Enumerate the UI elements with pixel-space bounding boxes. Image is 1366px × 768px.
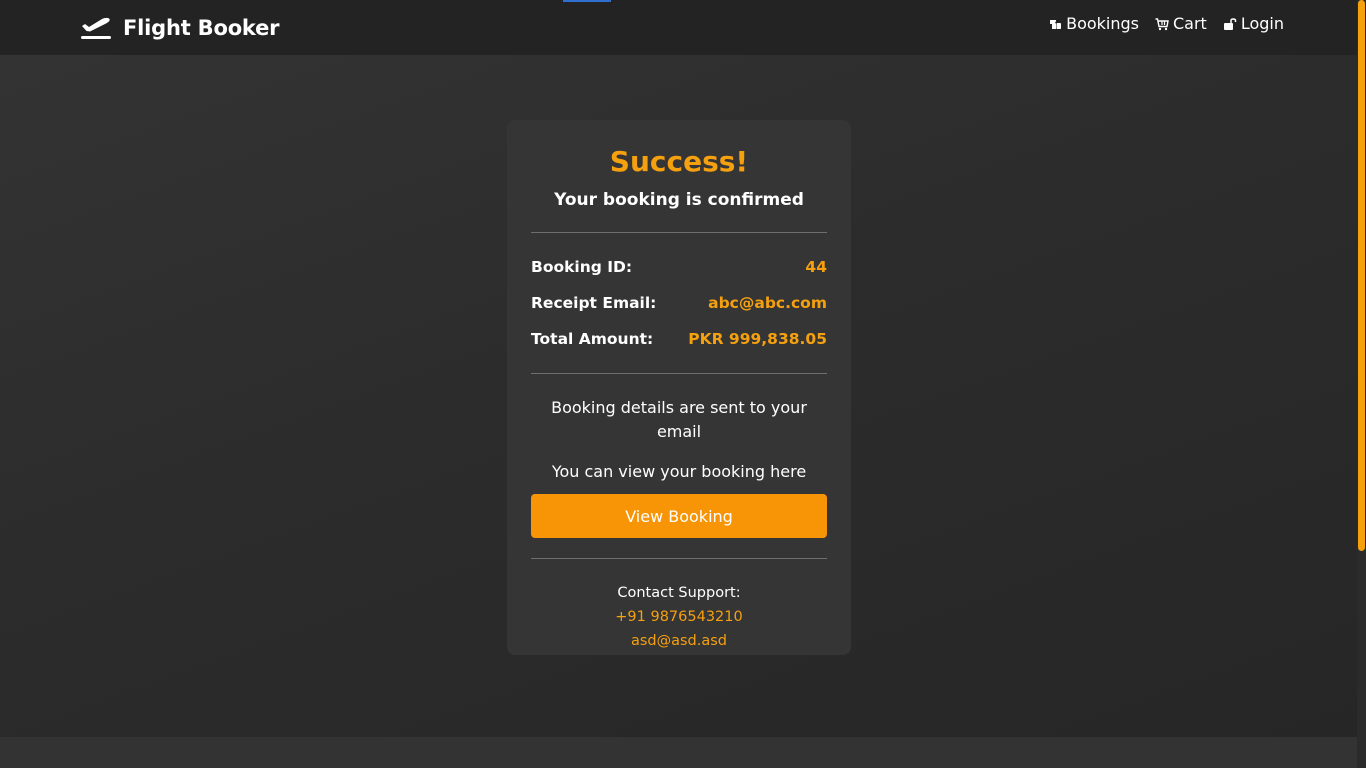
total-amount-row: Total Amount: PKR 999,838.05 (531, 325, 827, 353)
email-sent-message: Booking details are sent to your email (551, 398, 807, 441)
divider (531, 558, 827, 559)
top-navbar: Flight Booker Bookings Cart Login (0, 0, 1357, 55)
total-amount-label: Total Amount: (531, 330, 654, 348)
nav-accent-bar (563, 0, 611, 2)
brand-logo-link[interactable]: Flight Booker (80, 12, 280, 44)
footer (0, 737, 1357, 768)
booking-details: Booking ID: 44 Receipt Email: abc@abc.co… (531, 253, 827, 353)
nav-bookings-label: Bookings (1066, 14, 1139, 33)
divider (531, 232, 827, 233)
support-email-link[interactable]: asd@asd.asd (531, 629, 827, 653)
success-title: Success! (609, 145, 749, 178)
receipt-email-label: Receipt Email: (531, 294, 657, 312)
ticket-icon (1050, 19, 1062, 29)
nav-cart-link[interactable]: Cart (1155, 14, 1207, 33)
plane-takeoff-icon (81, 17, 111, 39)
receipt-email-value: abc@abc.com (708, 294, 827, 312)
page-scrollbar[interactable] (1357, 0, 1366, 768)
nav-login-link[interactable]: Login (1223, 14, 1284, 33)
booking-id-label: Booking ID: (531, 258, 633, 276)
confirmation-card: Success! Your booking is confirmed Booki… (507, 120, 851, 655)
nav-bookings-link[interactable]: Bookings (1048, 14, 1139, 33)
confirmation-subtitle: Your booking is confirmed (554, 190, 804, 210)
booking-id-value: 44 (805, 258, 827, 276)
contact-support-label: Contact Support: (617, 585, 741, 601)
view-booking-message: You can view your booking here (551, 462, 807, 481)
contact-support: Contact Support: +91 9876543210 asd@asd.… (531, 581, 827, 653)
divider (531, 373, 827, 374)
support-phone-link[interactable]: +91 9876543210 (531, 605, 827, 629)
nav-cart-label: Cart (1173, 14, 1207, 33)
total-amount-value: PKR 999,838.05 (688, 330, 827, 348)
unlock-icon (1223, 17, 1237, 30)
brand-name: Flight Booker (123, 16, 280, 40)
view-booking-button[interactable]: View Booking (531, 494, 827, 538)
nav-login-label: Login (1240, 14, 1284, 33)
booking-id-row: Booking ID: 44 (531, 253, 827, 281)
receipt-email-row: Receipt Email: abc@abc.com (531, 289, 827, 317)
scrollbar-thumb[interactable] (1358, 0, 1365, 551)
nav-links: Bookings Cart Login (1048, 14, 1284, 33)
cart-icon (1155, 17, 1169, 30)
